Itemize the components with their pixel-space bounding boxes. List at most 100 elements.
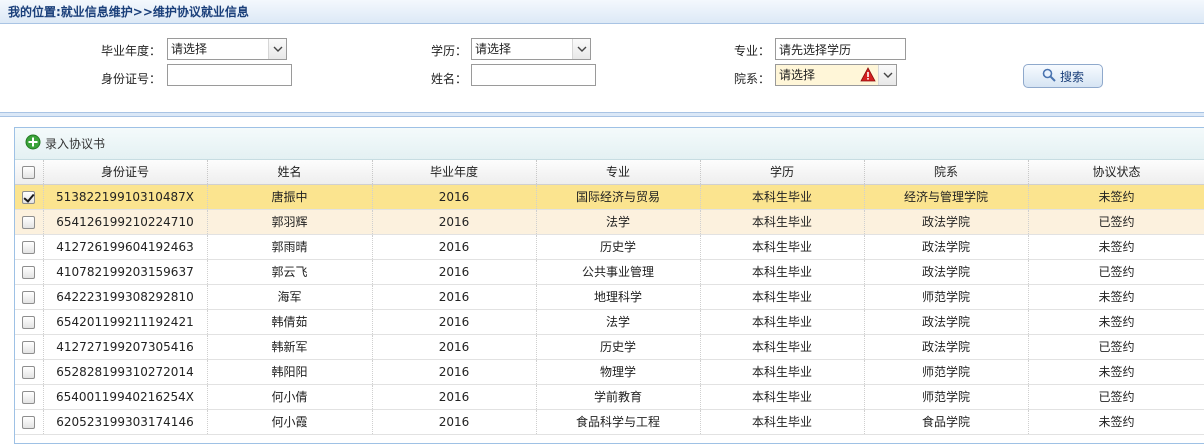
cell-status: 未签约 — [1028, 409, 1204, 435]
major-input[interactable] — [775, 38, 906, 60]
add-agreement-button[interactable]: 录入协议书 — [15, 128, 1204, 160]
table-row[interactable]: 51382219910310487X 唐振中 2016 国际经济与贸易 本科生毕业 经济与… — [15, 184, 1204, 210]
table-row[interactable]: 412726199604192463 郭雨晴 2016 历史学 本科生毕业 政法学院 未签约 — [15, 234, 1204, 260]
cell-name: 唐振中 — [207, 184, 373, 210]
cell-name: 何小霞 — [207, 409, 373, 435]
table-row[interactable]: 642223199308292810 海军 2016 地理科学 本科生毕业 师范学院 未签约 — [15, 284, 1204, 310]
cell-edu: 本科生毕业 — [700, 409, 865, 435]
row-checkbox[interactable] — [22, 315, 36, 329]
select-all-checkbox[interactable] — [22, 165, 36, 179]
row-checkbox[interactable] — [22, 415, 36, 429]
section-divider — [0, 112, 1204, 117]
results-grid: 录入协议书 身份证号 姓名 毕业年度 专业 学历 院系 协议状态 5138221… — [14, 127, 1204, 444]
row-checkbox-cell[interactable] — [15, 359, 44, 385]
cell-edu: 本科生毕业 — [700, 184, 865, 210]
cell-dept: 师范学院 — [864, 359, 1029, 385]
cell-status: 已签约 — [1028, 334, 1204, 360]
row-checkbox-cell[interactable] — [15, 409, 44, 435]
cell-status: 未签约 — [1028, 234, 1204, 260]
row-checkbox-cell[interactable] — [15, 184, 44, 210]
cell-year: 2016 — [372, 209, 537, 235]
cell-dept: 政法学院 — [864, 259, 1029, 285]
grad-year-select[interactable]: 请选择 — [167, 38, 287, 60]
row-checkbox[interactable] — [22, 290, 36, 304]
cell-major: 法学 — [536, 309, 701, 335]
cell-id: 51382219910310487X — [43, 184, 208, 210]
cell-year: 2016 — [372, 409, 537, 435]
cell-status: 已签约 — [1028, 259, 1204, 285]
cell-year: 2016 — [372, 234, 537, 260]
department-value: 请选择 — [779, 68, 816, 82]
id-number-input[interactable] — [167, 64, 292, 86]
row-checkbox[interactable] — [22, 190, 36, 204]
column-header[interactable]: 协议状态 — [1028, 160, 1204, 185]
row-checkbox-cell[interactable] — [15, 384, 44, 410]
cell-id: 642223199308292810 — [43, 284, 208, 310]
cell-year: 2016 — [372, 184, 537, 210]
cell-dept: 食品学院 — [864, 409, 1029, 435]
table-header-row: 身份证号 姓名 毕业年度 专业 学历 院系 协议状态 — [15, 160, 1204, 185]
cell-name: 郭雨晴 — [207, 234, 373, 260]
row-checkbox-cell[interactable] — [15, 334, 44, 360]
row-checkbox-cell[interactable] — [15, 209, 44, 235]
cell-status: 已签约 — [1028, 384, 1204, 410]
cell-edu: 本科生毕业 — [700, 334, 865, 360]
cell-dept: 师范学院 — [864, 384, 1029, 410]
cell-edu: 本科生毕业 — [700, 234, 865, 260]
education-label: 学历： — [430, 44, 467, 58]
row-checkbox[interactable] — [22, 215, 36, 229]
cell-major: 食品科学与工程 — [536, 409, 701, 435]
search-panel: 毕业年度： 请选择 学历： 请选择 专业： 身份证号： 姓名： 院系： 请选择 … — [0, 24, 1204, 112]
cell-name: 郭羽辉 — [207, 209, 373, 235]
table-row[interactable]: 652828199310272014 韩阳阳 2016 物理学 本科生毕业 师范学院 未签约 — [15, 359, 1204, 385]
column-header[interactable]: 姓名 — [207, 160, 373, 185]
cell-major: 国际经济与贸易 — [536, 184, 701, 210]
select-all-cell[interactable] — [15, 160, 44, 185]
education-select[interactable]: 请选择 — [471, 38, 591, 60]
cell-edu: 本科生毕业 — [700, 384, 865, 410]
cell-year: 2016 — [372, 384, 537, 410]
row-checkbox-cell[interactable] — [15, 234, 44, 260]
magnifier-icon — [1042, 68, 1056, 85]
row-checkbox[interactable] — [22, 340, 36, 354]
row-checkbox-cell[interactable] — [15, 309, 44, 335]
row-checkbox-cell[interactable] — [15, 259, 44, 285]
department-label: 院系： — [733, 72, 770, 86]
row-checkbox[interactable] — [22, 265, 36, 279]
table-row[interactable]: 412727199207305416 韩新军 2016 历史学 本科生毕业 政法学院 已签约 — [15, 334, 1204, 360]
cell-id: 654126199210224710 — [43, 209, 208, 235]
cell-status: 未签约 — [1028, 309, 1204, 335]
column-header[interactable]: 学历 — [700, 160, 865, 185]
chevron-down-icon — [878, 65, 896, 85]
column-header[interactable]: 身份证号 — [43, 160, 208, 185]
table-row[interactable]: 65400119940216254X 何小倩 2016 学前教育 本科生毕业 师范学院 已签… — [15, 384, 1204, 410]
cell-status: 未签约 — [1028, 284, 1204, 310]
table-row[interactable]: 410782199203159637 郭云飞 2016 公共事业管理 本科生毕业 政法学院… — [15, 259, 1204, 285]
cell-id: 412727199207305416 — [43, 334, 208, 360]
cell-major: 法学 — [536, 209, 701, 235]
table-row[interactable]: 654201199211192421 韩倩茹 2016 法学 本科生毕业 政法学院 未签约 — [15, 309, 1204, 335]
row-checkbox-cell[interactable] — [15, 284, 44, 310]
row-checkbox[interactable] — [22, 240, 36, 254]
department-select[interactable]: 请选择 — [775, 64, 897, 86]
cell-name: 韩新军 — [207, 334, 373, 360]
cell-major: 物理学 — [536, 359, 701, 385]
add-circle-icon — [25, 134, 41, 153]
cell-edu: 本科生毕业 — [700, 309, 865, 335]
row-checkbox[interactable] — [22, 390, 36, 404]
cell-name: 韩倩茹 — [207, 309, 373, 335]
search-button[interactable]: 搜索 — [1023, 64, 1103, 88]
column-header[interactable]: 专业 — [536, 160, 701, 185]
name-input[interactable] — [471, 64, 596, 86]
grad-year-value: 请选择 — [171, 42, 208, 56]
column-header[interactable]: 院系 — [864, 160, 1029, 185]
table-row[interactable]: 620523199303174146 何小霞 2016 食品科学与工程 本科生毕业 食品学… — [15, 409, 1204, 435]
cell-status: 未签约 — [1028, 184, 1204, 210]
column-header[interactable]: 毕业年度 — [372, 160, 537, 185]
major-label: 专业： — [733, 44, 770, 58]
breadcrumb: 我的位置:就业信息维护>>维护协议就业信息 — [0, 0, 1204, 24]
education-value: 请选择 — [475, 42, 512, 56]
table-row[interactable]: 654126199210224710 郭羽辉 2016 法学 本科生毕业 政法学院 已签约 — [15, 209, 1204, 235]
row-checkbox[interactable] — [22, 365, 36, 379]
cell-dept: 政法学院 — [864, 334, 1029, 360]
